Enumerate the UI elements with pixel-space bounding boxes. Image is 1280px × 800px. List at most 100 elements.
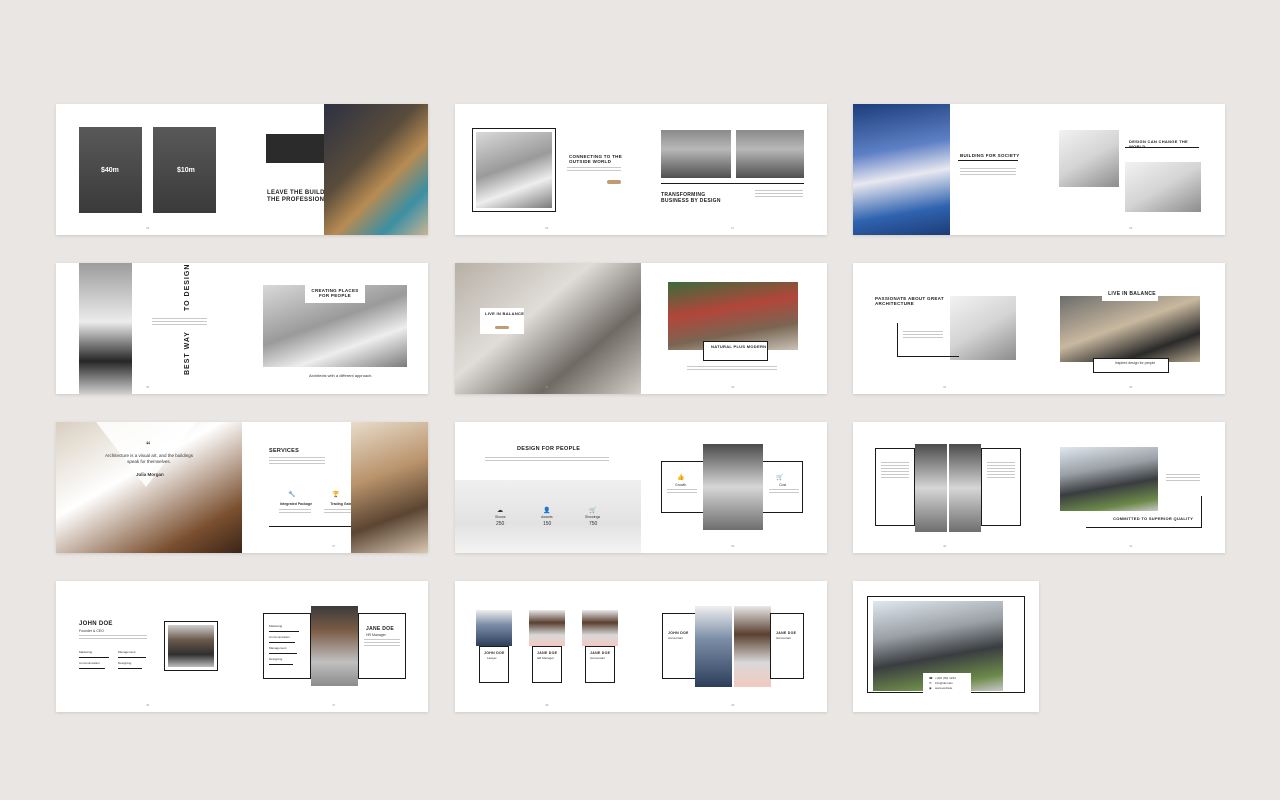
skill-left-1: Marketing bbox=[79, 650, 93, 654]
team-name-3: JANE DOE bbox=[590, 651, 611, 655]
page-number: 29 bbox=[1129, 226, 1133, 230]
page-number: 24 bbox=[146, 226, 150, 230]
stat-label-3: Showings bbox=[585, 515, 601, 519]
spread-12[interactable]: +(0)0 (00) 1234 info@domain www.website … bbox=[853, 581, 1039, 712]
text-block bbox=[269, 457, 325, 466]
contact-web: www.website bbox=[935, 686, 953, 690]
house-photo-1: $40m bbox=[79, 127, 142, 213]
spread-4[interactable]: TO DESIGN BEST WAY CREATING PLACES FOR P… bbox=[56, 263, 428, 394]
page-number: 47 bbox=[332, 703, 336, 707]
villa-photo bbox=[853, 104, 950, 235]
skill-bar bbox=[79, 668, 105, 669]
spread-7-title-right: SERVICES bbox=[269, 448, 300, 454]
spread-11[interactable]: JOHN DOE Lawyer JANE DOE HR Manager JANE… bbox=[455, 581, 827, 712]
john-doe-photo bbox=[168, 625, 214, 667]
text-block bbox=[755, 190, 803, 199]
pair-card-left bbox=[662, 613, 696, 679]
skill-bar bbox=[269, 664, 293, 665]
page-number: 32 bbox=[545, 385, 549, 389]
skill-right-1: Marketing bbox=[269, 624, 283, 628]
pair-photo-2 bbox=[734, 606, 771, 687]
skill-right-4: Designing bbox=[269, 657, 283, 661]
skill-left-2: Communication bbox=[79, 661, 100, 665]
spread-9-title-right: COMMITTED TO SUPERIOR QUALITY bbox=[1113, 516, 1194, 521]
right-label-1: Growth bbox=[675, 483, 687, 487]
spread-5[interactable]: LIVE IN BALANCE NATURAL PLUS MODERN 32 3… bbox=[455, 263, 827, 394]
price-label-1: $40m bbox=[101, 167, 119, 174]
title-rule bbox=[1125, 147, 1199, 148]
spread-7[interactable]: “ Architecture is a visual art, and the … bbox=[56, 422, 428, 553]
team-role-3: Accountant bbox=[590, 656, 606, 660]
team-photo-3 bbox=[582, 610, 618, 646]
text-block bbox=[960, 168, 1016, 177]
skill-bar bbox=[269, 642, 295, 643]
bathroom-photo bbox=[79, 263, 132, 394]
phone-icon: ☎ bbox=[929, 676, 933, 680]
page-number: 46 bbox=[146, 703, 150, 707]
quote-mark: “ bbox=[146, 440, 151, 450]
page-number: 34 bbox=[943, 385, 947, 389]
skill-bar bbox=[269, 631, 299, 632]
text-block bbox=[152, 318, 207, 327]
stat-label-2: Awards bbox=[541, 515, 553, 519]
divider bbox=[661, 183, 804, 184]
user-icon: 👤 bbox=[543, 508, 551, 514]
team-role-1: Lawyer bbox=[487, 656, 497, 660]
stat-label-1: Shows bbox=[495, 515, 506, 519]
interior-photo-1 bbox=[915, 444, 947, 532]
title-rule bbox=[958, 160, 1018, 161]
room-photo-2 bbox=[1125, 162, 1201, 212]
interior-photo-2 bbox=[1060, 296, 1200, 362]
team-name-1: JOHN DOE bbox=[484, 651, 505, 655]
spread-6-title-right: LIVE IN BALANCE bbox=[1108, 291, 1156, 297]
vertical-heading-1: TO DESIGN bbox=[184, 263, 191, 311]
text-block bbox=[769, 489, 799, 495]
bathroom-photo bbox=[703, 444, 763, 530]
quote-text: Architecture is a visual art, and the bu… bbox=[104, 453, 194, 464]
house-photo-2: $10m bbox=[153, 127, 216, 213]
spread-5-title-right: NATURAL PLUS MODERN bbox=[711, 344, 767, 349]
spread-4-caption: Architects with a different approach. bbox=[309, 373, 373, 378]
room-photo-1 bbox=[1059, 130, 1119, 187]
skill-bar bbox=[269, 653, 297, 654]
spread-2[interactable]: CONNECTING TO THE OUTSIDE WORLD TRANSFOR… bbox=[455, 104, 827, 235]
text-block bbox=[687, 366, 777, 372]
spread-8[interactable]: DESIGN FOR PEOPLE ☁ 👤 🛒 Shows Awards Sho… bbox=[455, 422, 827, 553]
cloud-icon: ☁ bbox=[497, 508, 503, 514]
page-number: 26 bbox=[545, 226, 549, 230]
text-block bbox=[667, 489, 697, 495]
role-left: Founder & CEO bbox=[79, 629, 104, 633]
pool-night-photo bbox=[324, 104, 428, 235]
page-number: 30 bbox=[146, 385, 150, 389]
text-frame-left bbox=[875, 448, 915, 526]
interior-photo-2 bbox=[949, 444, 981, 532]
cart-icon: 🛒 bbox=[589, 508, 597, 514]
read-more-tag[interactable] bbox=[495, 326, 509, 329]
page-number: 33 bbox=[731, 385, 735, 389]
pair-name-1: JOHN DOE bbox=[668, 631, 689, 635]
skill-left-4: Designing bbox=[118, 661, 132, 665]
page-number: 35 bbox=[1129, 385, 1133, 389]
spread-3[interactable]: BUILDING FOR SOCIETY DESIGN CAN CHANGE T… bbox=[853, 104, 1225, 235]
intro-dark-box bbox=[266, 134, 332, 163]
spread-9[interactable]: COMMITTED TO SUPERIOR QUALITY 40 41 bbox=[853, 422, 1225, 553]
photo-frame bbox=[897, 323, 959, 357]
restaurant-photo bbox=[351, 422, 428, 553]
page-number: 48 bbox=[545, 703, 549, 707]
patio-photo bbox=[668, 282, 798, 350]
spread-6-caption: Inspired design for people bbox=[1114, 361, 1156, 365]
quality-frame bbox=[1086, 496, 1202, 528]
stat-value-2: 150 bbox=[543, 521, 552, 527]
read-more-tag[interactable] bbox=[607, 180, 621, 184]
price-label-2: $10m bbox=[177, 167, 195, 174]
name-right: JANE DOE bbox=[366, 626, 394, 632]
text-block bbox=[485, 457, 609, 463]
skill-right-2: Communication bbox=[269, 635, 290, 639]
text-block bbox=[881, 462, 909, 480]
spread-1[interactable]: $40m $10m LEAVE THE BUILDING TO THE PROF… bbox=[56, 104, 428, 235]
right-label-2: Cost bbox=[779, 483, 787, 487]
spread-6[interactable]: PASSIONATE ABOUT GREAT ARCHITECTURE LIVE… bbox=[853, 263, 1225, 394]
spread-10[interactable]: JOHN DOE Founder & CEO Marketing Communi… bbox=[56, 581, 428, 712]
team-photo-1 bbox=[476, 610, 512, 646]
text-block bbox=[1166, 474, 1200, 483]
